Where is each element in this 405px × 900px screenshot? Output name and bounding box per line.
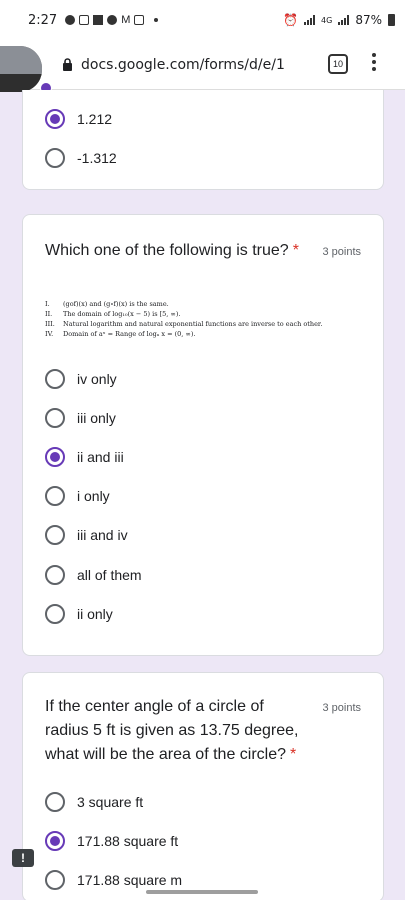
radio-button[interactable] xyxy=(45,369,65,389)
radio-option[interactable]: all of them xyxy=(45,563,142,587)
radio-button[interactable] xyxy=(45,408,65,428)
statement: II. The domain of log₁₀(x − 5) is [5, ∞). xyxy=(45,310,181,318)
radio-button[interactable] xyxy=(45,525,65,545)
question-title: Which one of the following is true? * xyxy=(45,239,299,263)
question-title-line: what will be the area of the circle? * xyxy=(45,746,297,763)
question-title: If the center angle of a circle of radiu… xyxy=(45,695,315,767)
radio-option[interactable]: iv only xyxy=(45,367,117,391)
statements-image: I. (gof)(x) and (g∘f)(x) is the same. II.… xyxy=(45,299,365,339)
radio-button[interactable] xyxy=(45,604,65,624)
facebook-icon xyxy=(107,15,118,25)
more-notifications-icon xyxy=(154,18,159,22)
youtube-icon xyxy=(93,15,104,25)
statement: IV. Domain of aˣ = Range of logₐ x = (0, … xyxy=(45,330,196,338)
alarm-icon: ⏰ xyxy=(283,13,299,27)
option-label: 1.212 xyxy=(77,111,113,127)
question-card-previous: 1.212 -1.312 xyxy=(22,90,384,190)
signal-icon-2 xyxy=(338,15,350,25)
statement: I. (gof)(x) and (g∘f)(x) is the same. xyxy=(45,300,169,308)
radio-option[interactable]: ii only xyxy=(45,602,113,626)
battery-icon xyxy=(388,14,395,26)
radio-button-checked[interactable] xyxy=(45,831,65,851)
question-points: 3 points xyxy=(322,246,361,258)
option-label: 3 square ft xyxy=(77,794,144,810)
browser-menu-button[interactable] xyxy=(370,53,378,71)
home-indicator[interactable] xyxy=(146,890,258,894)
question-title-line: radius 5 ft is given as 13.75 degree, xyxy=(45,722,299,739)
chat-head-avatar[interactable] xyxy=(0,46,42,92)
radio-option[interactable]: 1.212 xyxy=(45,107,112,131)
gmail-icon: M xyxy=(121,14,131,26)
radio-button[interactable] xyxy=(45,870,65,890)
tab-switcher-button[interactable]: 10 xyxy=(328,54,348,74)
radio-option[interactable]: i only xyxy=(45,484,110,508)
option-label: iv only xyxy=(77,371,117,387)
radio-option[interactable]: ii and iii xyxy=(45,445,124,469)
radio-button[interactable] xyxy=(45,565,65,585)
lock-icon xyxy=(63,58,72,71)
status-bar: 2:27 M ⏰ 4G 87% xyxy=(0,0,405,40)
option-label: i only xyxy=(77,488,110,504)
battery-percentage: 87% xyxy=(355,13,382,27)
question-title-line: If the center angle of a circle of xyxy=(45,698,264,715)
status-time: 2:27 xyxy=(28,12,58,28)
question-card: If the center angle of a circle of radiu… xyxy=(22,672,384,900)
browser-toolbar: docs.google.com/forms/d/e/1 10 xyxy=(0,40,405,90)
radio-option[interactable]: -1.312 xyxy=(45,146,117,170)
question-title-text: Which one of the following is true? xyxy=(45,242,289,259)
radio-button[interactable] xyxy=(45,486,65,506)
radio-option[interactable]: 171.88 square ft xyxy=(45,829,178,853)
option-label: all of them xyxy=(77,567,142,583)
option-label: iii and iv xyxy=(77,527,128,543)
option-label: ii and iii xyxy=(77,449,124,465)
required-mark: * xyxy=(290,746,297,763)
radio-button-checked[interactable] xyxy=(45,447,65,467)
radio-button-checked[interactable] xyxy=(45,109,65,129)
question-card: Which one of the following is true? * 3 p… xyxy=(22,214,384,656)
radio-option[interactable]: iii only xyxy=(45,406,116,430)
question-points: 3 points xyxy=(322,702,361,714)
radio-option[interactable]: iii and iv xyxy=(45,523,128,547)
option-label: iii only xyxy=(77,410,116,426)
statement: III. Natural logarithm and natural expone… xyxy=(45,320,323,328)
network-type: 4G xyxy=(321,15,333,25)
option-label: 171.88 square ft xyxy=(77,833,179,849)
option-label: -1.312 xyxy=(77,150,117,166)
notification-icon xyxy=(79,15,90,25)
signal-icon xyxy=(304,15,316,25)
radio-button[interactable] xyxy=(45,148,65,168)
radio-button[interactable] xyxy=(45,792,65,812)
report-issue-button[interactable]: ! xyxy=(12,849,34,867)
radio-option[interactable]: 3 square ft xyxy=(45,790,143,814)
address-bar[interactable]: docs.google.com/forms/d/e/1 xyxy=(81,57,325,73)
option-label: ii only xyxy=(77,606,113,622)
messenger-icon xyxy=(65,15,76,25)
radio-option[interactable]: 171.88 square m xyxy=(45,868,182,892)
option-label: 171.88 square m xyxy=(77,872,183,888)
photo-icon xyxy=(134,15,145,25)
required-mark: * xyxy=(292,242,299,259)
